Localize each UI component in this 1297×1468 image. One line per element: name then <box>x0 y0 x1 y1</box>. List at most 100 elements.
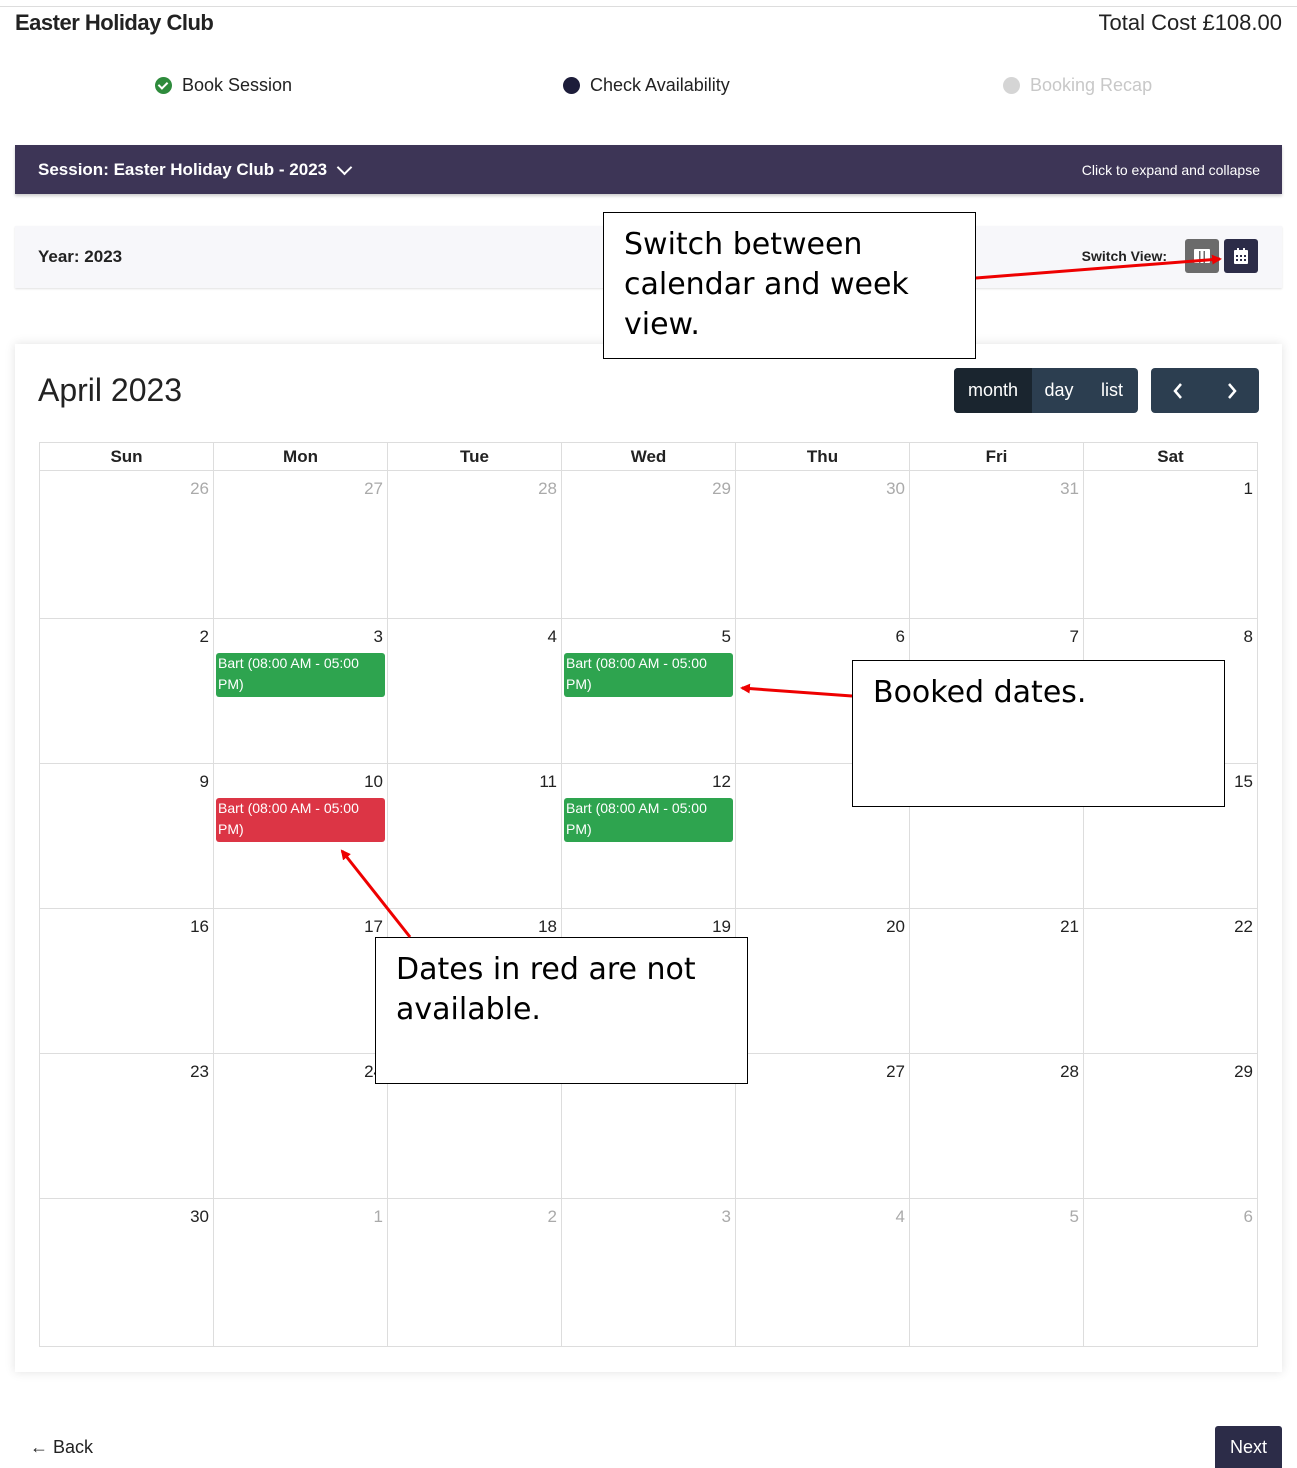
callout-booked-dates: Booked dates. <box>852 660 1225 807</box>
list-view-button[interactable]: list <box>1086 368 1138 413</box>
day-cell[interactable]: 9 <box>39 763 214 909</box>
day-cell[interactable]: 29 <box>561 470 736 619</box>
day-number: 23 <box>190 1062 209 1081</box>
day-cell[interactable]: 2 <box>39 618 214 764</box>
day-number: 20 <box>886 917 905 936</box>
day-cell[interactable]: 20 <box>735 908 910 1054</box>
booked-event[interactable]: Bart (08:00 AM - 05:00 PM) <box>564 798 733 842</box>
day-number: 31 <box>1060 479 1079 498</box>
top-divider <box>0 6 1297 7</box>
weekday-header-row: Sun Mon Tue Wed Thu Fri Sat <box>39 442 1258 471</box>
callout-red-dates: Dates in red are not available. <box>375 937 748 1084</box>
booked-event[interactable]: Bart (08:00 AM - 05:00 PM) <box>216 653 385 697</box>
month-grid-body: 26 27 28 29 30 31 1 2 3 Bart (08:00 AM - 05:00 PM… <box>39 470 1258 1347</box>
day-cell[interactable]: 27 <box>213 470 388 619</box>
day-number: 8 <box>1243 627 1253 646</box>
day-number: 21 <box>1060 917 1079 936</box>
day-cell[interactable]: 29 <box>1083 1053 1258 1199</box>
chevron-down-icon <box>336 159 353 176</box>
day-number: 1 <box>373 1207 383 1226</box>
day-number: 3 <box>721 1207 731 1226</box>
step-book-session: Book Session <box>155 75 292 96</box>
month-grid: Sun Mon Tue Wed Thu Fri Sat 26 27 28 29 30 31 1 2 3 Bar… <box>39 442 1258 1347</box>
page-title: Easter Holiday Club <box>15 10 214 35</box>
calendar-icon <box>1234 248 1248 264</box>
day-cell[interactable]: 1 <box>1083 470 1258 619</box>
day-view-button[interactable]: day <box>1032 368 1086 413</box>
day-number: 4 <box>547 627 557 646</box>
day-cell[interactable]: 27 <box>735 1053 910 1199</box>
day-number: 2 <box>547 1207 557 1226</box>
day-cell[interactable]: 4 <box>387 618 562 764</box>
day-number: 10 <box>364 772 383 791</box>
day-cell[interactable]: 6 <box>1083 1198 1258 1347</box>
prev-month-button[interactable] <box>1151 368 1205 413</box>
week-row: 26 27 28 29 30 31 1 <box>39 470 1258 619</box>
chevron-left-icon <box>1173 382 1182 399</box>
day-cell[interactable]: 30 <box>735 470 910 619</box>
calendar-view-button[interactable] <box>1224 239 1258 273</box>
day-number: 28 <box>538 479 557 498</box>
step-label: Book Session <box>182 75 293 95</box>
month-view-button[interactable]: month <box>954 368 1032 413</box>
back-link[interactable]: ← Back <box>30 1437 93 1458</box>
day-cell[interactable]: 30 <box>39 1198 214 1347</box>
day-cell[interactable]: 11 <box>387 763 562 909</box>
day-cell[interactable]: 5 Bart (08:00 AM - 05:00 PM) <box>561 618 736 764</box>
week-view-icon <box>1194 249 1210 263</box>
day-number: 19 <box>712 917 731 936</box>
day-cell[interactable]: 28 <box>387 470 562 619</box>
day-cell[interactable]: 3 Bart (08:00 AM - 05:00 PM) <box>213 618 388 764</box>
day-number: 22 <box>1234 917 1253 936</box>
unavailable-event[interactable]: Bart (08:00 AM - 05:00 PM) <box>216 798 385 842</box>
day-number: 1 <box>1243 479 1253 498</box>
next-button[interactable]: Next <box>1215 1426 1282 1468</box>
day-number: 7 <box>1069 627 1079 646</box>
day-cell[interactable]: 5 <box>909 1198 1084 1347</box>
day-number: 27 <box>886 1062 905 1081</box>
day-cell[interactable]: 2 <box>387 1198 562 1347</box>
day-cell[interactable]: 31 <box>909 470 1084 619</box>
weekday-header-sun: Sun <box>39 442 214 471</box>
pending-dot-icon <box>1003 77 1020 94</box>
weekday-header-sat: Sat <box>1083 442 1258 471</box>
day-cell[interactable]: 3 <box>561 1198 736 1347</box>
day-cell[interactable]: 22 <box>1083 908 1258 1054</box>
day-cell[interactable]: 21 <box>909 908 1084 1054</box>
day-number: 30 <box>886 479 905 498</box>
day-number: 3 <box>373 627 383 646</box>
check-circle-icon <box>155 77 172 94</box>
day-number: 16 <box>190 917 209 936</box>
next-month-button[interactable] <box>1205 368 1259 413</box>
callout-switch-view: Switch between calendar and week view. <box>603 212 976 359</box>
booked-event[interactable]: Bart (08:00 AM - 05:00 PM) <box>564 653 733 697</box>
day-number: 6 <box>895 627 905 646</box>
week-view-button[interactable] <box>1185 239 1219 273</box>
session-accordion-header[interactable]: Session: Easter Holiday Club - 2023 Clic… <box>15 145 1282 194</box>
day-cell[interactable]: 16 <box>39 908 214 1054</box>
session-title: Session: Easter Holiday Club - 2023 <box>38 159 353 180</box>
day-cell[interactable]: 23 <box>39 1053 214 1199</box>
weekday-header-thu: Thu <box>735 442 910 471</box>
day-cell[interactable]: 4 <box>735 1198 910 1347</box>
total-cost: Total Cost £108.00 <box>1098 10 1282 35</box>
day-number: 29 <box>1234 1062 1253 1081</box>
day-number: 18 <box>538 917 557 936</box>
day-cell[interactable]: 1 <box>213 1198 388 1347</box>
day-cell[interactable]: 28 <box>909 1053 1084 1199</box>
day-cell[interactable]: 24 <box>213 1053 388 1199</box>
step-label: Check Availability <box>590 75 730 95</box>
day-cell[interactable]: 17 <box>213 908 388 1054</box>
day-number: 27 <box>364 479 383 498</box>
day-cell[interactable]: 12 Bart (08:00 AM - 05:00 PM) <box>561 763 736 909</box>
day-number: 29 <box>712 479 731 498</box>
day-cell[interactable]: 26 <box>39 470 214 619</box>
session-title-text: Session: Easter Holiday Club - 2023 <box>38 160 328 179</box>
step-booking-recap: Booking Recap <box>1003 75 1152 96</box>
day-number: 28 <box>1060 1062 1079 1081</box>
year-label: Year: 2023 <box>38 247 123 266</box>
step-check-availability: Check Availability <box>563 75 730 96</box>
day-cell[interactable]: 10 Bart (08:00 AM - 05:00 PM) <box>213 763 388 909</box>
calendar-card: April 2023 month day list Sun Mon Tue Wed Th… <box>15 344 1282 1372</box>
session-hint: Click to expand and collapse <box>1081 162 1260 178</box>
